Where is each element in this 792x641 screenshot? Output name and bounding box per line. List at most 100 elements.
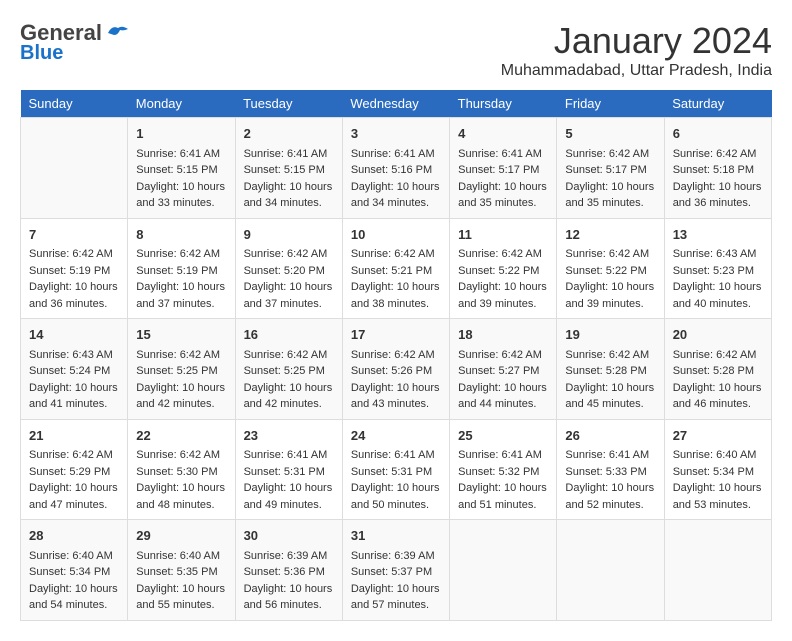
sunset: Sunset: 5:34 PM (29, 566, 110, 578)
calendar-cell: 2Sunrise: 6:41 AMSunset: 5:15 PMDaylight… (235, 118, 342, 219)
sunrise: Sunrise: 6:42 AM (458, 248, 542, 260)
day-number: 18 (458, 325, 548, 345)
header-monday: Monday (128, 90, 235, 118)
sunset: Sunset: 5:23 PM (673, 265, 754, 277)
header-sunday: Sunday (21, 90, 128, 118)
sunset: Sunset: 5:28 PM (673, 365, 754, 377)
daylight: Daylight: 10 hours and 55 minutes. (136, 583, 225, 612)
calendar-cell: 25Sunrise: 6:41 AMSunset: 5:32 PMDayligh… (450, 419, 557, 520)
calendar-cell: 27Sunrise: 6:40 AMSunset: 5:34 PMDayligh… (664, 419, 771, 520)
day-number: 2 (244, 124, 334, 144)
daylight: Daylight: 10 hours and 48 minutes. (136, 482, 225, 511)
sunrise: Sunrise: 6:42 AM (565, 248, 649, 260)
week-row-4: 28Sunrise: 6:40 AMSunset: 5:34 PMDayligh… (21, 520, 772, 621)
day-number: 30 (244, 526, 334, 546)
day-number: 24 (351, 426, 441, 446)
daylight: Daylight: 10 hours and 38 minutes. (351, 281, 440, 310)
calendar-cell: 11Sunrise: 6:42 AMSunset: 5:22 PMDayligh… (450, 218, 557, 319)
sunset: Sunset: 5:17 PM (458, 164, 539, 176)
header-tuesday: Tuesday (235, 90, 342, 118)
daylight: Daylight: 10 hours and 36 minutes. (29, 281, 118, 310)
calendar-cell: 5Sunrise: 6:42 AMSunset: 5:17 PMDaylight… (557, 118, 664, 219)
calendar-cell: 1Sunrise: 6:41 AMSunset: 5:15 PMDaylight… (128, 118, 235, 219)
calendar-cell: 4Sunrise: 6:41 AMSunset: 5:17 PMDaylight… (450, 118, 557, 219)
calendar-cell: 9Sunrise: 6:42 AMSunset: 5:20 PMDaylight… (235, 218, 342, 319)
sunset: Sunset: 5:30 PM (136, 466, 217, 478)
day-number: 7 (29, 225, 119, 245)
sunrise: Sunrise: 6:39 AM (244, 550, 328, 562)
calendar-cell: 22Sunrise: 6:42 AMSunset: 5:30 PMDayligh… (128, 419, 235, 520)
day-number: 10 (351, 225, 441, 245)
daylight: Daylight: 10 hours and 36 minutes. (673, 181, 762, 210)
day-number: 1 (136, 124, 226, 144)
daylight: Daylight: 10 hours and 40 minutes. (673, 281, 762, 310)
sunrise: Sunrise: 6:41 AM (458, 148, 542, 160)
day-number: 13 (673, 225, 763, 245)
daylight: Daylight: 10 hours and 33 minutes. (136, 181, 225, 210)
sunrise: Sunrise: 6:42 AM (351, 349, 435, 361)
daylight: Daylight: 10 hours and 51 minutes. (458, 482, 547, 511)
day-number: 19 (565, 325, 655, 345)
calendar-cell: 24Sunrise: 6:41 AMSunset: 5:31 PMDayligh… (342, 419, 449, 520)
daylight: Daylight: 10 hours and 50 minutes. (351, 482, 440, 511)
sunrise: Sunrise: 6:41 AM (458, 449, 542, 461)
header-friday: Friday (557, 90, 664, 118)
daylight: Daylight: 10 hours and 42 minutes. (136, 382, 225, 411)
calendar-cell: 3Sunrise: 6:41 AMSunset: 5:16 PMDaylight… (342, 118, 449, 219)
sunset: Sunset: 5:22 PM (458, 265, 539, 277)
location: Muhammadabad, Uttar Pradesh, India (501, 62, 772, 80)
day-number: 29 (136, 526, 226, 546)
calendar-cell: 23Sunrise: 6:41 AMSunset: 5:31 PMDayligh… (235, 419, 342, 520)
logo-bird-icon (104, 23, 132, 43)
daylight: Daylight: 10 hours and 42 minutes. (244, 382, 333, 411)
sunrise: Sunrise: 6:42 AM (565, 349, 649, 361)
sunrise: Sunrise: 6:40 AM (29, 550, 113, 562)
sunrise: Sunrise: 6:42 AM (29, 449, 113, 461)
title-block: January 2024 Muhammadabad, Uttar Pradesh… (501, 20, 772, 80)
calendar-cell: 7Sunrise: 6:42 AMSunset: 5:19 PMDaylight… (21, 218, 128, 319)
sunset: Sunset: 5:26 PM (351, 365, 432, 377)
calendar-cell: 15Sunrise: 6:42 AMSunset: 5:25 PMDayligh… (128, 319, 235, 420)
daylight: Daylight: 10 hours and 57 minutes. (351, 583, 440, 612)
calendar-table: SundayMondayTuesdayWednesdayThursdayFrid… (20, 90, 772, 621)
day-number: 17 (351, 325, 441, 345)
sunset: Sunset: 5:25 PM (136, 365, 217, 377)
calendar-cell: 30Sunrise: 6:39 AMSunset: 5:36 PMDayligh… (235, 520, 342, 621)
sunset: Sunset: 5:27 PM (458, 365, 539, 377)
day-number: 16 (244, 325, 334, 345)
calendar-cell: 12Sunrise: 6:42 AMSunset: 5:22 PMDayligh… (557, 218, 664, 319)
week-row-2: 14Sunrise: 6:43 AMSunset: 5:24 PMDayligh… (21, 319, 772, 420)
daylight: Daylight: 10 hours and 39 minutes. (565, 281, 654, 310)
daylight: Daylight: 10 hours and 41 minutes. (29, 382, 118, 411)
day-number: 6 (673, 124, 763, 144)
daylight: Daylight: 10 hours and 56 minutes. (244, 583, 333, 612)
calendar-cell: 28Sunrise: 6:40 AMSunset: 5:34 PMDayligh… (21, 520, 128, 621)
sunrise: Sunrise: 6:40 AM (673, 449, 757, 461)
sunset: Sunset: 5:15 PM (244, 164, 325, 176)
calendar-cell (450, 520, 557, 621)
sunrise: Sunrise: 6:42 AM (673, 349, 757, 361)
sunset: Sunset: 5:29 PM (29, 466, 110, 478)
sunrise: Sunrise: 6:42 AM (458, 349, 542, 361)
day-number: 9 (244, 225, 334, 245)
calendar-cell (557, 520, 664, 621)
daylight: Daylight: 10 hours and 47 minutes. (29, 482, 118, 511)
daylight: Daylight: 10 hours and 34 minutes. (351, 181, 440, 210)
daylight: Daylight: 10 hours and 37 minutes. (136, 281, 225, 310)
day-number: 11 (458, 225, 548, 245)
calendar-cell (21, 118, 128, 219)
sunrise: Sunrise: 6:41 AM (565, 449, 649, 461)
day-number: 4 (458, 124, 548, 144)
calendar-cell: 19Sunrise: 6:42 AMSunset: 5:28 PMDayligh… (557, 319, 664, 420)
sunrise: Sunrise: 6:41 AM (136, 148, 220, 160)
calendar-cell: 29Sunrise: 6:40 AMSunset: 5:35 PMDayligh… (128, 520, 235, 621)
logo: General Blue (20, 20, 134, 65)
header-thursday: Thursday (450, 90, 557, 118)
sunset: Sunset: 5:16 PM (351, 164, 432, 176)
sunset: Sunset: 5:22 PM (565, 265, 646, 277)
calendar-cell: 16Sunrise: 6:42 AMSunset: 5:25 PMDayligh… (235, 319, 342, 420)
daylight: Daylight: 10 hours and 52 minutes. (565, 482, 654, 511)
daylight: Daylight: 10 hours and 44 minutes. (458, 382, 547, 411)
sunset: Sunset: 5:17 PM (565, 164, 646, 176)
daylight: Daylight: 10 hours and 53 minutes. (673, 482, 762, 511)
